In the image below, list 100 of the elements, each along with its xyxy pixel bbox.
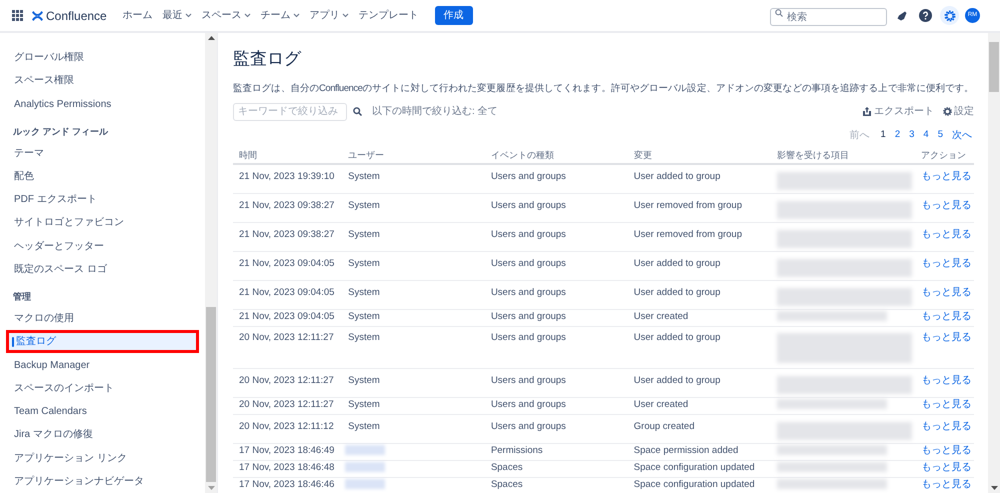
sidebar-item[interactable]: 既定のスペース ロゴ	[6, 258, 199, 282]
more-link[interactable]: もっと見る	[921, 462, 972, 472]
table-cell: 21 Nov, 2023 09:04:05	[239, 258, 334, 268]
sidebar-item[interactable]: 監査ログ	[6, 330, 199, 354]
table-cell: 20 Nov, 2023 12:11:12	[239, 420, 334, 432]
sidebar-item[interactable]: Backup Manager	[6, 353, 199, 377]
bell-icon[interactable]	[896, 10, 908, 22]
time-filter[interactable]: 以下の時間で絞り込む: 全て	[372, 104, 498, 119]
more-link[interactable]: もっと見る	[921, 258, 972, 268]
table-cell: System	[348, 332, 380, 342]
table-cell: 21 Nov, 2023 09:38:27	[239, 228, 334, 240]
selection-indicator	[12, 336, 14, 347]
sidebar-item[interactable]: アプリケーション リンク	[6, 446, 199, 470]
nav-menu[interactable]: チーム	[260, 8, 300, 23]
scroll-down-icon[interactable]	[990, 486, 998, 490]
page-link[interactable]: 2	[894, 128, 900, 143]
chevron-down-icon	[342, 13, 349, 18]
page-description: 監査ログは、自分のConfluenceのサイトに対して行われた変更履歴を提供してくれます。許可やグローバル設定、アドオンの変更などの事項を追跡する上で非常に便利です。	[233, 82, 974, 94]
scroll-thumb[interactable]	[989, 42, 999, 92]
settings-icon	[943, 107, 952, 116]
table-cell: System	[348, 310, 380, 322]
table-cell: System	[348, 398, 380, 410]
table-cell: Spaces	[490, 478, 523, 490]
table-cell: 17 Nov, 2023 18:46:48	[239, 462, 334, 472]
search-field[interactable]: 検索	[770, 8, 887, 26]
page-scrollbar[interactable]	[988, 33, 1000, 493]
sidebar-item[interactable]: グローバル権限	[6, 46, 199, 70]
table-cell: Users and groups	[490, 286, 566, 298]
sidebar-item[interactable]: テーマ	[6, 142, 199, 165]
table-cell: 21 Nov, 2023 09:38:27	[239, 200, 334, 210]
next-page-link[interactable]: 次へ	[952, 128, 972, 143]
more-link[interactable]: もっと見る	[921, 478, 972, 490]
help-icon[interactable]	[919, 9, 932, 22]
more-link[interactable]: もっと見る	[921, 200, 972, 210]
more-link[interactable]: もっと見る	[921, 332, 972, 342]
settings-button[interactable]	[940, 6, 959, 25]
table-cell: User added to group	[634, 374, 720, 386]
sidebar-item[interactable]: PDF エクスポート	[6, 188, 199, 212]
table-cell: Users and groups	[490, 374, 566, 386]
sidebar-item[interactable]: Jira マクロの修復	[6, 423, 199, 446]
table-cell: System	[348, 374, 380, 386]
table-cell: Users and groups	[490, 398, 566, 410]
table-cell: User added to group	[634, 258, 720, 268]
chevron-down-icon	[244, 13, 251, 18]
page-link[interactable]: 5	[938, 128, 943, 143]
sidebar-item[interactable]: スペース権限	[6, 69, 199, 92]
table-cell: Space configuration updated	[634, 478, 755, 490]
nav-menu[interactable]: 最近	[162, 8, 192, 23]
more-link[interactable]: もっと見る	[921, 310, 972, 322]
sidebar-item[interactable]: Analytics Permissions	[6, 92, 199, 116]
scroll-up-icon[interactable]	[208, 36, 214, 40]
nav-menu[interactable]: ホーム	[122, 8, 153, 23]
more-link[interactable]: もっと見る	[921, 286, 972, 298]
table-cell: System	[348, 200, 380, 210]
table-cell: 20 Nov, 2023 12:11:27	[239, 332, 334, 342]
table-cell: Users and groups	[490, 332, 566, 342]
sidebar-item[interactable]: 配色	[6, 164, 199, 188]
settings-button[interactable]: 設定	[943, 104, 974, 119]
column-header: 影響を受ける項目	[776, 149, 849, 162]
table-cell: User added to group	[634, 170, 720, 182]
table-cell: System	[348, 228, 380, 240]
more-link[interactable]: もっと見る	[921, 398, 972, 410]
table-cell: System	[348, 170, 380, 182]
table-cell: User created	[634, 398, 688, 410]
sidebar-item[interactable]: ヘッダーとフッター	[6, 234, 199, 258]
column-header: イベントの種類	[490, 149, 554, 162]
keyword-filter-field[interactable]: キーワードで絞り込み	[233, 102, 347, 120]
page-link[interactable]: 1	[880, 128, 886, 143]
column-header: ユーザー	[348, 149, 384, 162]
nav-menu[interactable]: スペース	[202, 8, 251, 23]
more-link[interactable]: もっと見る	[921, 374, 972, 386]
more-link[interactable]: もっと見る	[921, 420, 972, 432]
table-cell: Space permission added	[634, 444, 738, 456]
app-grid-icon[interactable]	[12, 10, 23, 21]
table-cell: Users and groups	[490, 200, 566, 210]
chevron-down-icon	[184, 13, 192, 18]
table-cell: Users and groups	[490, 310, 566, 322]
more-link[interactable]: もっと見る	[921, 228, 972, 240]
table-cell: System	[348, 286, 380, 298]
table-cell: Spaces	[490, 462, 523, 472]
table-cell: 20 Nov, 2023 12:11:27	[239, 398, 334, 410]
page-link[interactable]: 4	[923, 128, 929, 143]
sidebar-item[interactable]: マクロの使用	[6, 306, 199, 330]
sidebar-item[interactable]: スペースのインポート	[6, 376, 199, 400]
scroll-thumb[interactable]	[206, 307, 216, 482]
nav-menu[interactable]: テンプレート	[358, 8, 419, 23]
sidebar-item[interactable]: サイトロゴとファビコン	[6, 211, 199, 235]
page-link[interactable]: 3	[909, 128, 914, 143]
sidebar-item[interactable]: Team Calendars	[6, 400, 199, 424]
sidebar-item[interactable]: アプリケーションナビゲータ	[6, 470, 199, 493]
more-link[interactable]: もっと見る	[921, 444, 972, 456]
more-link[interactable]: もっと見る	[921, 170, 972, 182]
search-icon[interactable]	[353, 107, 362, 116]
sidebar-scrollbar[interactable]	[205, 33, 217, 493]
nav-menu[interactable]: アプリ	[310, 8, 349, 23]
product-name[interactable]: Confluence	[46, 6, 107, 24]
sidebar-heading: 管理	[12, 291, 32, 304]
export-button[interactable]: エクスポート	[863, 104, 934, 119]
create-button[interactable]: 作成	[434, 6, 473, 25]
table-cell: Users and groups	[490, 420, 566, 432]
